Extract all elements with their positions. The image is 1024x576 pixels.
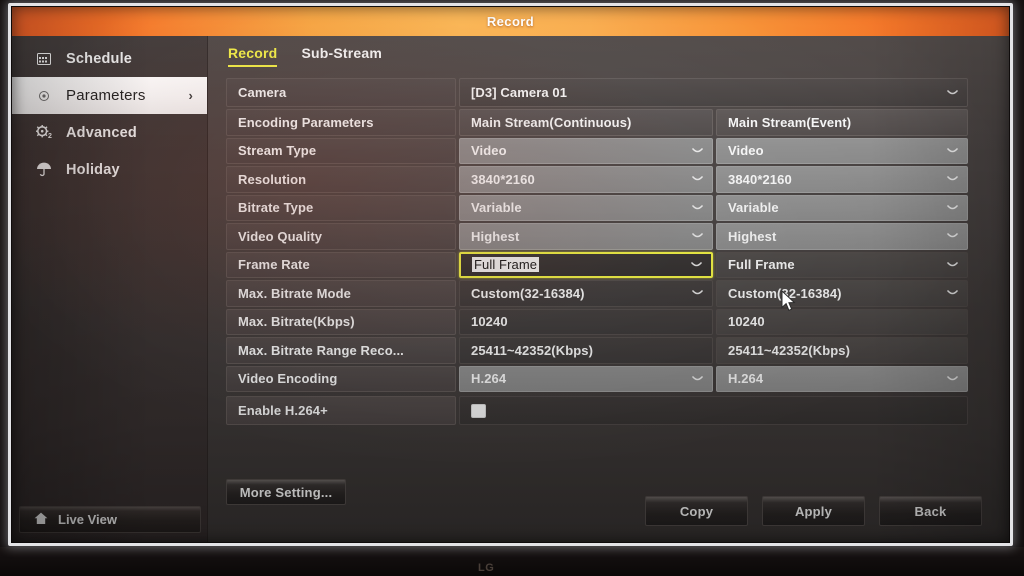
monitor-bezel bbox=[0, 547, 1024, 576]
lg-brand-logo: LG bbox=[478, 562, 495, 574]
screen-border bbox=[8, 3, 1013, 546]
monitor-photo: LG Record Schedule Parameters › 2 Advanc… bbox=[0, 0, 1024, 576]
